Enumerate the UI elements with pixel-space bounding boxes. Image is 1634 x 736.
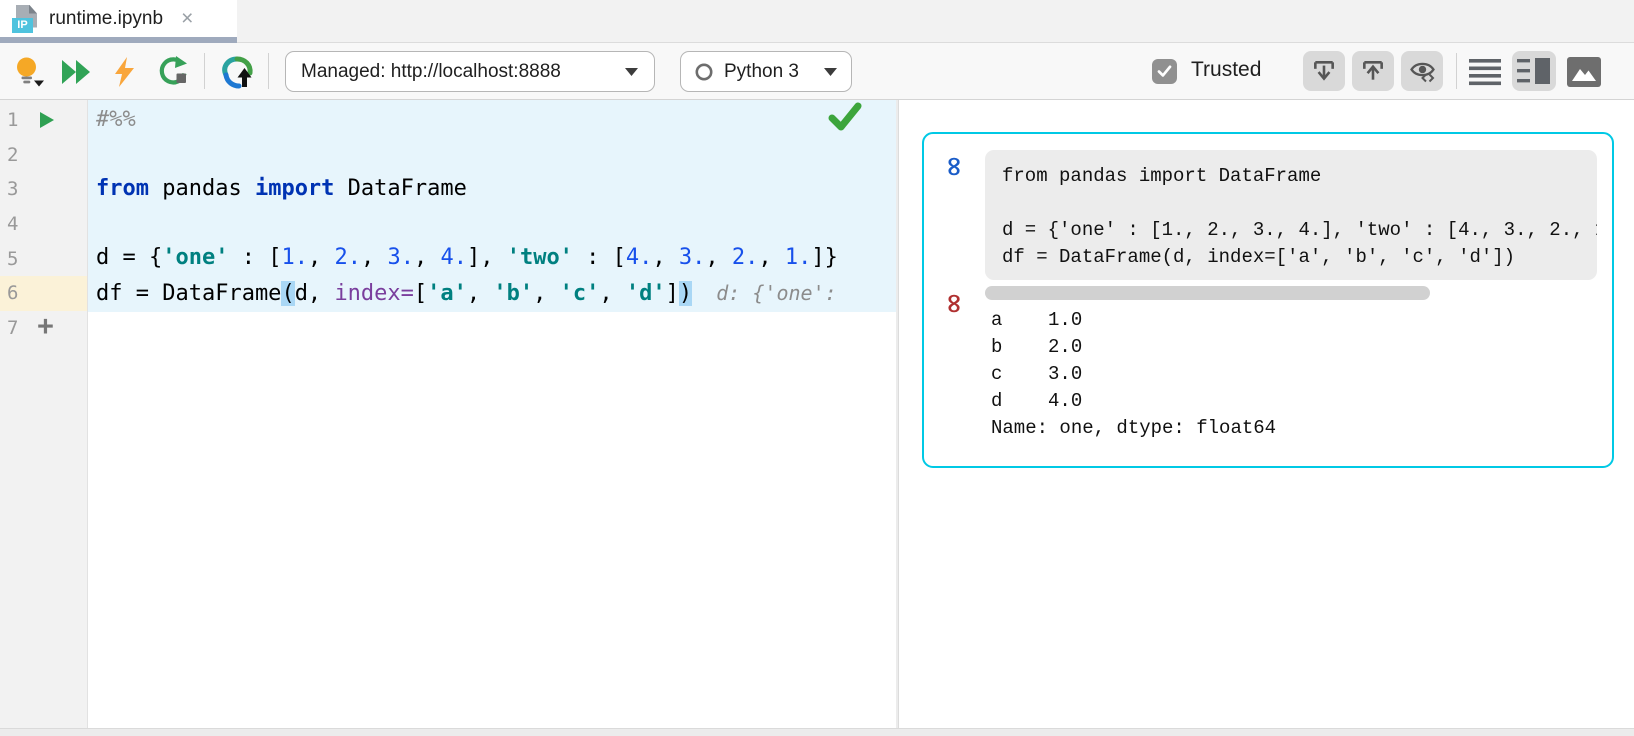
- trusted-label: Trusted: [1191, 58, 1261, 82]
- line-number: 3: [0, 178, 31, 200]
- eye-code-icon: [1409, 58, 1436, 84]
- line-number: 2: [0, 144, 31, 166]
- code-line[interactable]: [96, 138, 838, 173]
- code-line[interactable]: d = {'one' : [1., 2., 3., 4.], 'two' : […: [96, 241, 838, 276]
- gutter-line: 5: [0, 241, 87, 276]
- kernel-selector[interactable]: Python 3: [680, 51, 852, 92]
- preview-output-block: a 1.0 b 2.0 c 3.0 d 4.0 Name: one, dtype…: [991, 307, 1276, 442]
- trusted-checkbox[interactable]: [1152, 59, 1177, 84]
- editor-only-toggle[interactable]: [1466, 56, 1504, 88]
- scroll-to-end-icon: [1311, 58, 1337, 84]
- line-number: 4: [0, 213, 31, 235]
- editor-pane[interactable]: #%% from pandas import DataFrame d = {'one…: [88, 100, 896, 728]
- code-line[interactable]: df = DataFrame(d, index=['a', 'b', 'c', …: [96, 276, 838, 311]
- line-number: 7: [0, 317, 31, 339]
- execute-all-icon[interactable]: [106, 54, 142, 90]
- preview-pane: ∞ from pandas import DataFrame d = {'one…: [899, 100, 1634, 728]
- tab-title: runtime.ipynb: [49, 8, 163, 30]
- horizontal-scrollbar[interactable]: [985, 286, 1430, 300]
- scroll-to-start-icon: [1360, 58, 1386, 84]
- add-cell-icon[interactable]: +: [37, 316, 54, 339]
- cell-success-check-icon: [828, 102, 862, 137]
- tab-bar: IP runtime.ipynb ×: [0, 0, 1634, 43]
- input-prompt: ∞: [941, 155, 968, 178]
- code-line[interactable]: from pandas import DataFrame: [96, 172, 838, 207]
- toolbar-separator: [1456, 53, 1457, 89]
- scroll-to-start-button[interactable]: [1352, 51, 1394, 91]
- jupyter-notebook-file-icon: IP: [12, 5, 39, 33]
- preview-only-toggle[interactable]: [1564, 55, 1604, 89]
- editor-gutter-lines: 1234567+: [0, 103, 87, 345]
- output-prompt: ∞: [941, 292, 968, 315]
- toolbar-separator: [268, 53, 269, 89]
- chevron-down-icon: [624, 67, 639, 77]
- code-preview-button[interactable]: [1401, 51, 1443, 91]
- run-cell-icon[interactable]: [39, 111, 55, 129]
- preview-output-text: a 1.0 b 2.0 c 3.0 d 4.0 Name: one, dtype…: [991, 307, 1276, 442]
- editor-code-lines: #%% from pandas import DataFrame d = {'one…: [96, 103, 838, 345]
- code-line[interactable]: #%%: [96, 103, 838, 138]
- bottom-strip: [0, 728, 1634, 736]
- gutter-line: 2: [0, 138, 87, 173]
- gutter-line: 1: [0, 103, 87, 138]
- kernel-selector-value: Python 3: [724, 61, 799, 83]
- line-number: 5: [0, 248, 31, 270]
- chevron-down-icon: [823, 67, 838, 77]
- preview-code-text: from pandas import DataFrame d = {'one' …: [1002, 163, 1580, 271]
- split-view-toggle[interactable]: [1512, 51, 1556, 91]
- editor-gutter: 1234567+: [0, 100, 88, 728]
- gutter-line: 4: [0, 207, 87, 242]
- server-selector-value: Managed: http://localhost:8888: [301, 61, 561, 83]
- code-line[interactable]: [96, 207, 838, 242]
- gutter-line: 3: [0, 172, 87, 207]
- toolbar-separator: [204, 53, 205, 89]
- check-icon: [1155, 62, 1174, 81]
- tab-close-icon[interactable]: ×: [181, 8, 193, 29]
- code-line[interactable]: [96, 311, 838, 346]
- line-number: 6: [0, 282, 31, 304]
- editor-only-icon: [1469, 58, 1501, 86]
- scroll-to-end-button[interactable]: [1303, 51, 1345, 91]
- kernel-status-icon: [694, 62, 714, 82]
- run-all-cells-icon[interactable]: [58, 54, 94, 90]
- restart-kernel-icon[interactable]: [154, 54, 190, 90]
- notebook-toolbar: Managed: http://localhost:8888 Python 3 …: [0, 43, 1634, 100]
- gutter-line: 7+: [0, 311, 87, 346]
- preview-code-block[interactable]: from pandas import DataFrame d = {'one' …: [985, 150, 1597, 280]
- gutter-line: 6: [0, 276, 87, 311]
- split-view-icon: [1517, 57, 1551, 85]
- jupyter-server-selector[interactable]: Managed: http://localhost:8888: [285, 51, 655, 92]
- publish-icon[interactable]: [219, 54, 255, 90]
- tab-runtime-ipynb[interactable]: IP runtime.ipynb ×: [0, 0, 237, 43]
- preview-only-icon: [1567, 57, 1601, 87]
- line-number: 1: [0, 109, 31, 131]
- lightbulb-icon[interactable]: [10, 54, 46, 90]
